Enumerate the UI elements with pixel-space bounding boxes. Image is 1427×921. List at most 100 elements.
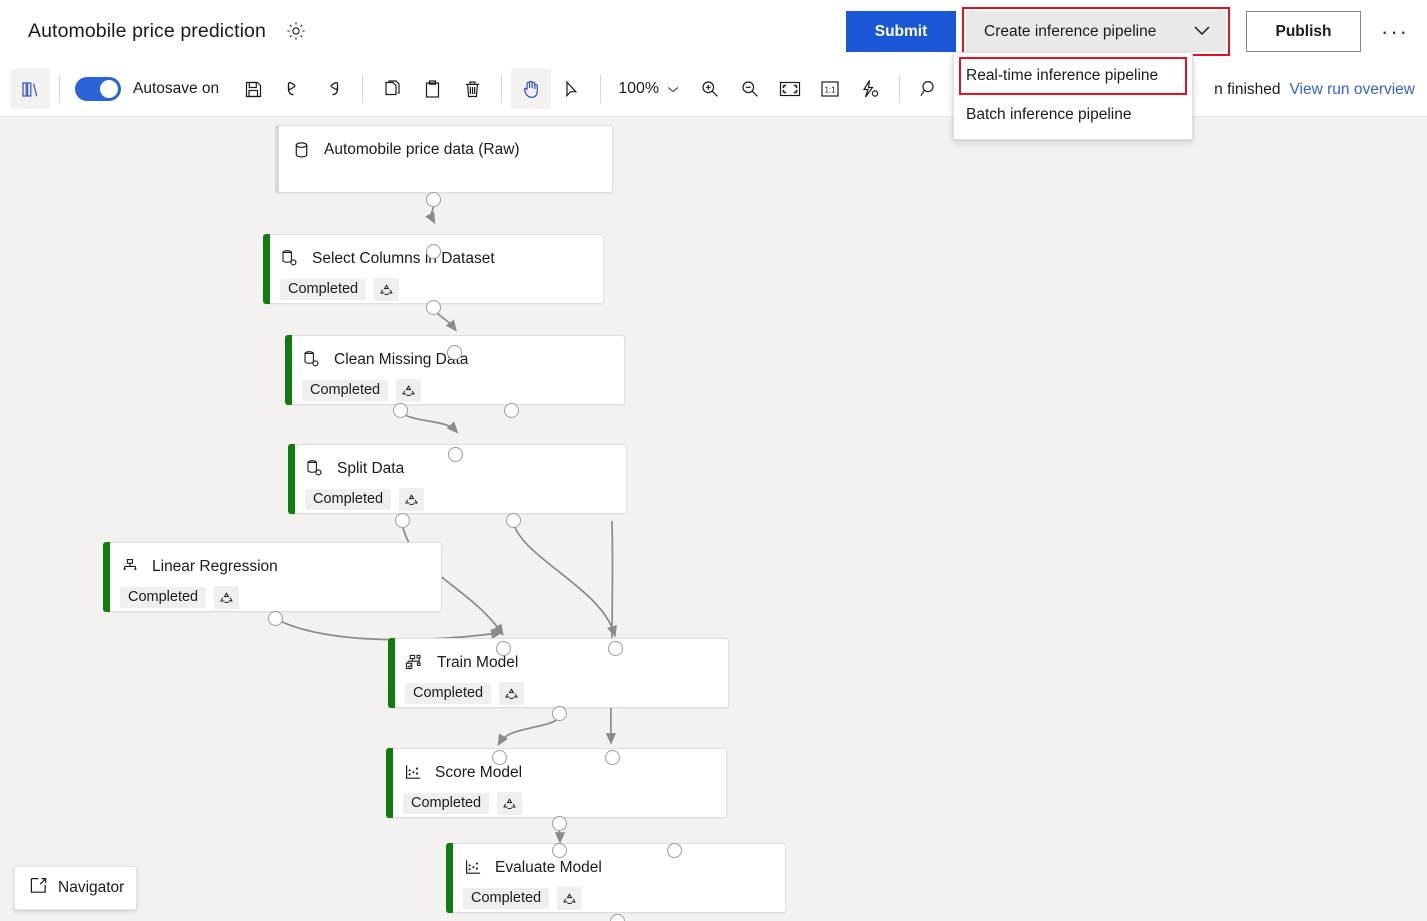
node-accent-bar (285, 335, 292, 405)
autosave-knob (100, 80, 118, 98)
copy-icon[interactable] (372, 69, 412, 109)
menu-item-label: Batch inference pipeline (966, 106, 1132, 123)
zoom-level-value: 100% (618, 80, 660, 97)
node-status: Completed (403, 792, 710, 815)
port-score-out[interactable] (552, 816, 567, 831)
node-title: Train Model (437, 653, 519, 671)
port-split-out2[interactable] (506, 513, 521, 528)
port-clean-in[interactable] (447, 345, 462, 360)
port-select-out[interactable] (426, 300, 441, 315)
create-inference-pipeline-button[interactable]: Create inference pipeline (966, 11, 1226, 52)
autosave-toggle[interactable] (75, 77, 121, 101)
auto-layout-icon[interactable] (850, 69, 890, 109)
chevron-down-icon (667, 86, 679, 92)
node-header: Evaluate Model (463, 858, 769, 877)
node-status: Completed (280, 278, 587, 301)
port-score-in1[interactable] (492, 750, 507, 765)
pipeline-canvas[interactable]: Automobile price data (Raw) Select Colum… (0, 117, 1427, 921)
inference-pipeline-menu: Real-time inference pipeline Batch infer… (953, 52, 1193, 140)
recycle-icon (374, 278, 400, 301)
gear-icon[interactable] (284, 19, 308, 43)
graph-node-train-model[interactable]: Train Model Completed (388, 638, 729, 708)
run-status-text: n finished (1214, 80, 1281, 98)
node-status: Completed (405, 682, 712, 705)
hand-icon[interactable] (511, 69, 552, 109)
database-icon (292, 140, 311, 159)
toolbar-divider (501, 75, 503, 103)
recycle-icon (499, 682, 525, 705)
submit-button[interactable]: Submit (846, 11, 956, 52)
zoom-in-icon[interactable] (690, 69, 730, 109)
fit-to-screen-icon[interactable] (770, 69, 810, 109)
view-run-overview-link[interactable]: View run overview (1290, 81, 1416, 99)
node-status: Completed (463, 887, 769, 910)
menu-item-realtime-inference-pipeline[interactable]: Real-time inference pipeline (959, 57, 1187, 95)
node-header: Train Model (405, 653, 712, 672)
node-accent-bar (103, 542, 110, 612)
zoom-level-dropdown[interactable]: 100% (618, 80, 680, 98)
toolbar-divider (600, 75, 602, 103)
port-train-in2[interactable] (608, 641, 623, 656)
graph-node-dataset[interactable]: Automobile price data (Raw) (275, 125, 613, 193)
recycle-icon (497, 792, 523, 815)
port-clean-out2[interactable] (504, 403, 519, 418)
actual-size-icon[interactable]: 1:1 (810, 69, 850, 109)
graph-node-evaluate-model[interactable]: Evaluate Model Completed (446, 843, 786, 913)
port-split-out1[interactable] (395, 513, 410, 528)
recycle-icon (399, 488, 425, 511)
node-title: Split Data (337, 459, 405, 477)
navigator-icon (29, 876, 48, 900)
toolbar-divider (59, 75, 60, 103)
toolbar-divider (899, 75, 901, 103)
toolbar-divider (362, 75, 364, 103)
undo-icon[interactable] (273, 69, 313, 109)
cursor-icon[interactable] (551, 69, 591, 109)
graph-node-linear-regression[interactable]: Linear Regression Completed (103, 542, 442, 612)
node-title: Select Columns in Dataset (312, 249, 495, 267)
node-header: Automobile price data (Raw) (292, 140, 596, 159)
create-inference-pipeline-label: Create inference pipeline (984, 22, 1157, 40)
paste-icon[interactable] (412, 69, 452, 109)
port-evaluate-in1[interactable] (552, 843, 567, 858)
title-bar: Automobile price prediction Submit Creat… (0, 0, 1427, 62)
save-icon[interactable] (233, 69, 273, 109)
node-accent-bar (288, 444, 295, 514)
title-actions: Submit Create inference pipeline Publish… (846, 7, 1415, 56)
recycle-icon (557, 887, 583, 910)
more-options-icon[interactable]: ··· (1375, 11, 1415, 52)
publish-button[interactable]: Publish (1246, 11, 1361, 52)
page-title: Automobile price prediction (28, 19, 266, 42)
status-badge: Completed (302, 380, 389, 401)
port-train-in1[interactable] (496, 641, 511, 656)
graph-node-score-model[interactable]: Score Model Completed (386, 748, 727, 818)
node-accent-bar (386, 748, 393, 818)
status-badge: Completed (120, 587, 207, 608)
menu-item-batch-inference-pipeline[interactable]: Batch inference pipeline (954, 97, 1192, 133)
navigator-label: Navigator (58, 879, 125, 896)
node-status: Completed (120, 586, 425, 609)
recycle-icon (396, 379, 422, 402)
autosave-label: Autosave on (133, 80, 220, 97)
svg-text:1:1: 1:1 (825, 86, 837, 95)
trash-icon[interactable] (452, 69, 492, 109)
port-train-out[interactable] (552, 706, 567, 721)
node-accent-bar (388, 638, 395, 708)
redo-icon[interactable] (313, 69, 353, 109)
port-select-in[interactable] (426, 244, 441, 259)
node-accent-bar (263, 234, 270, 304)
port-evaluate-in2[interactable] (667, 843, 682, 858)
run-status: n finished View run overview (1214, 62, 1415, 117)
scatter-icon (403, 763, 422, 782)
node-accent-bar (446, 843, 453, 913)
navigator-button[interactable]: Navigator (14, 866, 137, 910)
zoom-out-icon[interactable] (730, 69, 770, 109)
port-score-in2[interactable] (605, 750, 620, 765)
dataset-gear-icon (302, 350, 321, 369)
library-icon[interactable] (10, 69, 50, 109)
port-clean-out1[interactable] (393, 403, 408, 418)
port-dataset-out[interactable] (426, 192, 441, 207)
port-split-in[interactable] (448, 447, 463, 462)
port-linreg-out[interactable] (268, 611, 283, 626)
search-icon[interactable] (909, 69, 949, 109)
create-inference-pipeline-wrap: Create inference pipeline (962, 7, 1230, 56)
